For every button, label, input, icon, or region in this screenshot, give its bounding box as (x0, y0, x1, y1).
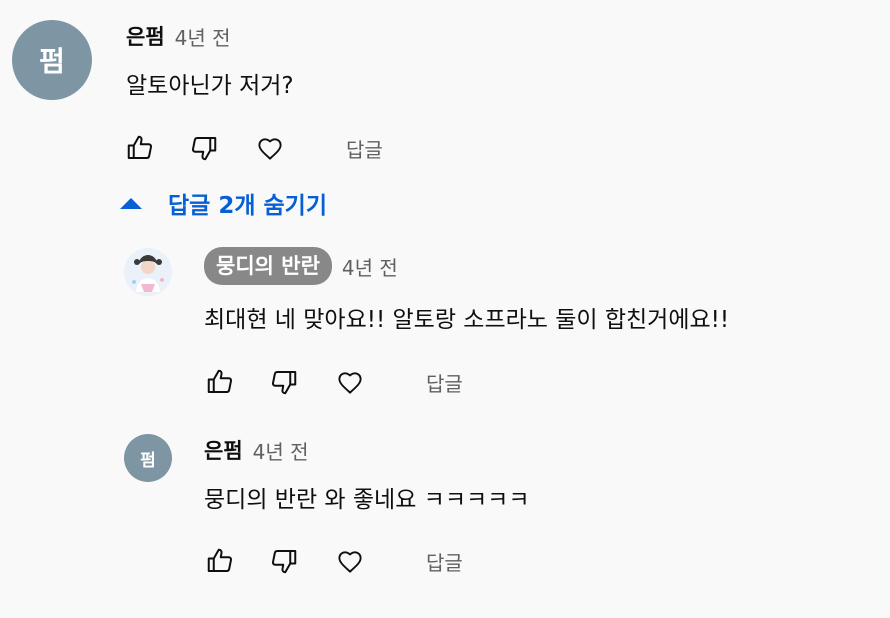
timestamp[interactable]: 4년 전 (175, 22, 231, 51)
comment-meta: 은펌 4년 전 (126, 20, 294, 52)
reply-button[interactable]: 답글 (346, 134, 383, 163)
comment-meta: 뭉디의 반란 4년 전 (204, 247, 729, 285)
reply-comment: 펌 은펌 4년 전 뭉디의 반란 와 좋네요 ㅋㅋㅋㅋㅋ (124, 434, 529, 514)
thumbs-down-icon[interactable] (268, 366, 300, 398)
thumbs-up-icon[interactable] (204, 366, 236, 398)
hide-replies-label: 답글 2개 숨기기 (168, 193, 327, 219)
reply-comment: 뭉디의 반란 4년 전 최대현 네 맞아요!! 알토랑 소프라노 둘이 합친거에… (124, 247, 730, 334)
thumbs-up-icon[interactable] (204, 545, 236, 577)
avatar[interactable]: 펌 (12, 20, 92, 100)
author-name[interactable]: 은펌 (126, 21, 165, 51)
comment-text: 최대현 네 맞아요!! 알토랑 소프라노 둘이 합친거에요!! (204, 307, 730, 333)
comment-text: 뭉디의 반란 와 좋네요 ㅋㅋㅋㅋㅋ (204, 487, 530, 513)
comment-actions: 답글 (204, 545, 463, 577)
reply-button[interactable]: 답글 (426, 368, 463, 397)
comment-thread: 펌 은펌 4년 전 알토아닌가 저거? (12, 20, 294, 100)
comment-text: 알토아닌가 저거? (126, 73, 294, 99)
thumbs-down-icon[interactable] (268, 545, 300, 577)
reply-button[interactable]: 답글 (426, 547, 463, 576)
heart-icon[interactable] (334, 545, 366, 577)
thumbs-down-icon[interactable] (188, 132, 220, 164)
caret-up-icon (120, 197, 142, 209)
heart-icon[interactable] (254, 132, 286, 164)
timestamp[interactable]: 4년 전 (342, 252, 398, 281)
timestamp[interactable]: 4년 전 (253, 436, 309, 465)
comment-meta: 은펌 4년 전 (204, 434, 529, 466)
avatar[interactable]: 펌 (124, 434, 172, 482)
comment-actions: 답글 (124, 132, 383, 164)
heart-icon[interactable] (334, 366, 366, 398)
hide-replies-button[interactable]: 답글 2개 숨기기 (120, 186, 327, 220)
channel-owner-badge[interactable]: 뭉디의 반란 (204, 247, 332, 285)
thumbs-up-icon[interactable] (124, 132, 156, 164)
avatar[interactable] (124, 248, 172, 296)
author-name[interactable]: 은펌 (204, 435, 243, 465)
comment-actions: 답글 (204, 366, 463, 398)
